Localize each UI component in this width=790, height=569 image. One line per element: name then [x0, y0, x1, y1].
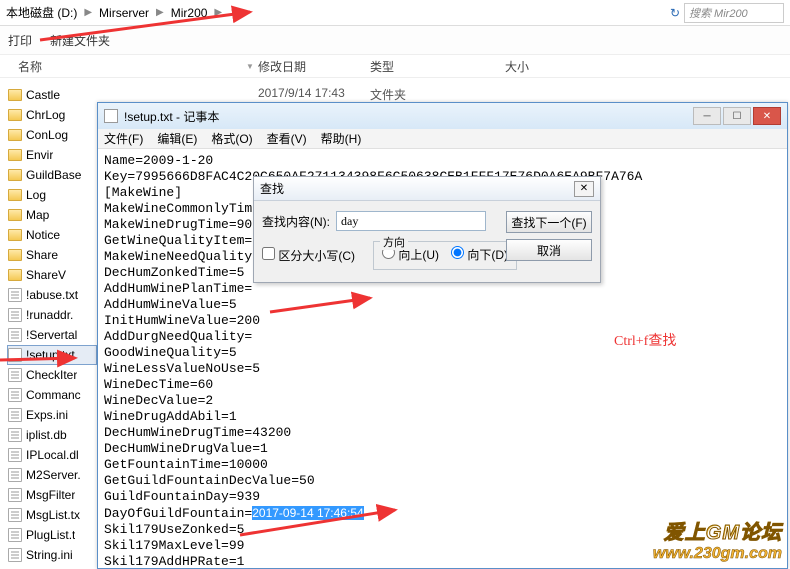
annotation-arrows: [0, 0, 790, 569]
